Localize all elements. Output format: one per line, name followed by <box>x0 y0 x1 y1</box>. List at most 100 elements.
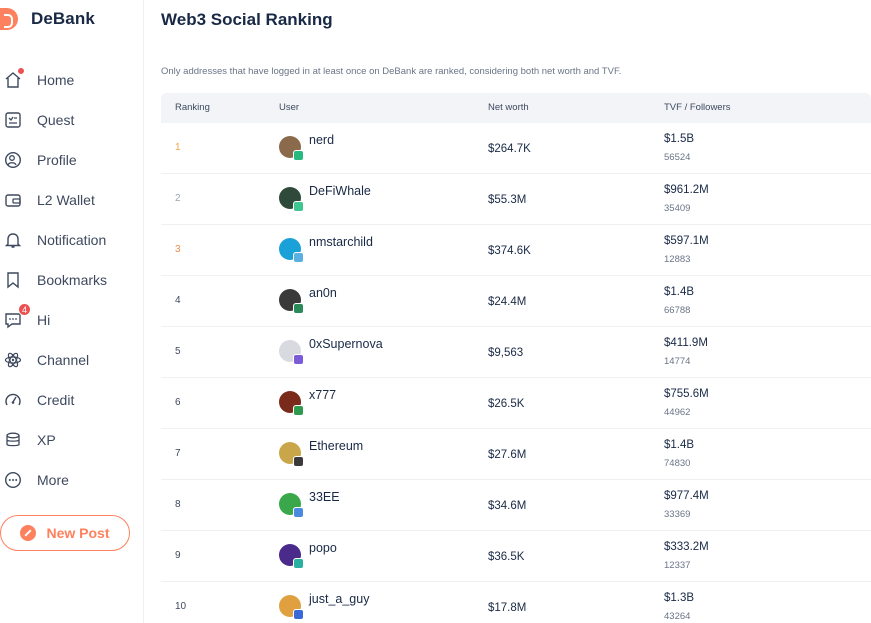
sidebar-item-profile[interactable]: Profile <box>0 140 143 180</box>
avatar-badge-icon <box>293 303 304 314</box>
followers-count: 74830 <box>664 458 691 469</box>
tvf-value: $755.6M <box>664 388 709 400</box>
table-row[interactable]: 9 popo $36.5K $333.2M 12337 <box>161 531 871 582</box>
net-worth-value: $26.5K <box>488 398 525 410</box>
page-title: Web3 Social Ranking <box>161 10 333 29</box>
tvf-value: $1.3B <box>664 592 695 604</box>
avatar-badge-icon <box>293 558 304 569</box>
net-worth-value: $55.3M <box>488 194 527 206</box>
table-row[interactable]: 5 0xSupernova $9,563 $411.9M 14774 <box>161 327 871 378</box>
avatar-badge-icon <box>293 252 304 263</box>
sidebar-nav: Home Quest Profile L2 Wallet Notificatio… <box>0 60 143 500</box>
net-worth-value: $34.6M <box>488 500 527 512</box>
sidebar-item-quest[interactable]: Quest <box>0 100 143 140</box>
user-name-link[interactable]: Ethereum <box>309 439 363 453</box>
followers-count: 12883 <box>664 254 691 265</box>
sidebar-item-label: More <box>37 472 69 488</box>
followers-count: 56524 <box>664 152 691 163</box>
sidebar-item-label: Quest <box>37 112 75 128</box>
avatar-badge-icon <box>293 405 304 416</box>
net-worth-value: $36.5K <box>488 551 525 563</box>
table-row[interactable]: 8 33EE $34.6M $977.4M 33369 <box>161 480 871 531</box>
avatar-badge-icon <box>293 507 304 518</box>
table-row[interactable]: 3 nmstarchild $374.6K $597.1M 12883 <box>161 225 871 276</box>
column-header-net-worth[interactable]: Net worth <box>488 102 529 113</box>
sidebar-item-label: L2 Wallet <box>37 192 95 208</box>
user-name-link[interactable]: popo <box>309 541 337 555</box>
rank-number: 1 <box>175 142 181 153</box>
table-row[interactable]: 1 nerd $264.7K $1.5B 56524 <box>161 123 871 174</box>
rank-number: 4 <box>175 295 181 306</box>
user-name-link[interactable]: nerd <box>309 133 334 147</box>
table-header: Ranking User Net worth TVF / Followers <box>161 93 871 123</box>
table-row[interactable]: 7 Ethereum $27.6M $1.4B 74830 <box>161 429 871 480</box>
avatar-badge-icon <box>293 201 304 212</box>
sidebar-item-label: Home <box>37 72 75 88</box>
followers-count: 12337 <box>664 560 691 571</box>
tvf-value: $333.2M <box>664 541 709 553</box>
tvf-value: $411.9M <box>664 337 708 349</box>
gauge-icon <box>4 391 22 409</box>
sidebar-item-home[interactable]: Home <box>0 60 143 100</box>
sidebar-item-label: Notification <box>37 232 107 248</box>
user-name-link[interactable]: 33EE <box>309 490 340 504</box>
followers-count: 14774 <box>664 356 691 367</box>
tvf-value: $597.1M <box>664 235 709 247</box>
sidebar-item-notification[interactable]: Notification <box>0 220 143 260</box>
user-name-link[interactable]: 0xSupernova <box>309 337 383 351</box>
table-row[interactable]: 10 just_a_guy $17.8M $1.3B 43264 <box>161 582 871 623</box>
sidebar-item-l2-wallet[interactable]: L2 Wallet <box>0 180 143 220</box>
sidebar-item-hi[interactable]: 4 Hi <box>0 300 143 340</box>
table-row[interactable]: 2 DeFiWhale $55.3M $961.2M 35409 <box>161 174 871 225</box>
rank-number: 9 <box>175 550 181 561</box>
table-row[interactable]: 6 x777 $26.5K $755.6M 44962 <box>161 378 871 429</box>
user-name-link[interactable]: DeFiWhale <box>309 184 371 198</box>
followers-count: 43264 <box>664 611 691 622</box>
sidebar-item-credit[interactable]: Credit <box>0 380 143 420</box>
unread-count-badge: 4 <box>18 303 31 316</box>
tvf-value: $977.4M <box>664 490 709 502</box>
sidebar-item-bookmarks[interactable]: Bookmarks <box>0 260 143 300</box>
followers-count: 44962 <box>664 407 691 418</box>
sidebar-item-label: Bookmarks <box>37 272 108 288</box>
more-icon <box>4 471 22 489</box>
bell-icon <box>4 231 22 249</box>
sidebar-item-label: XP <box>37 432 56 448</box>
main-content: Web3 Social Ranking Only addresses that … <box>144 0 871 623</box>
sidebar-item-more[interactable]: More <box>0 460 143 500</box>
followers-count: 66788 <box>664 305 691 316</box>
bookmark-icon <box>4 271 22 289</box>
sidebar: DeBank Home Quest Profile L2 Wallet Noti… <box>0 0 144 623</box>
wallet-icon <box>4 191 22 209</box>
ranking-table: 1 nerd $264.7K $1.5B 56524 2 DeFiWhale $55.3M $9… <box>161 123 871 623</box>
new-post-button[interactable]: New Post <box>0 515 130 551</box>
rank-number: 3 <box>175 244 181 255</box>
coins-icon <box>4 431 22 449</box>
page-subtitle: Only addresses that have logged in at le… <box>161 66 622 77</box>
pen-icon <box>20 525 37 541</box>
followers-count: 35409 <box>664 203 691 214</box>
column-header-tvf-followers[interactable]: TVF / Followers <box>664 102 731 113</box>
sidebar-item-label: Credit <box>37 392 75 408</box>
sidebar-item-label: Channel <box>37 352 90 368</box>
user-name-link[interactable]: nmstarchild <box>309 235 373 249</box>
tvf-value: $1.4B <box>664 286 695 298</box>
sidebar-item-channel[interactable]: Channel <box>0 340 143 380</box>
user-name-link[interactable]: x777 <box>309 388 336 402</box>
rank-number: 8 <box>175 499 181 510</box>
sidebar-item-xp[interactable]: XP <box>0 420 143 460</box>
column-header-ranking: Ranking <box>175 102 210 113</box>
tvf-value: $1.5B <box>664 133 695 145</box>
rank-number: 2 <box>175 193 181 204</box>
debank-logo[interactable]: DeBank <box>0 6 95 32</box>
rank-number: 7 <box>175 448 181 459</box>
rank-number: 6 <box>175 397 181 408</box>
avatar-badge-icon <box>293 354 304 365</box>
user-name-link[interactable]: an0n <box>309 286 337 300</box>
avatar-badge-icon <box>293 609 304 620</box>
rank-number: 10 <box>175 601 187 612</box>
sidebar-item-label: Profile <box>37 152 77 168</box>
user-name-link[interactable]: just_a_guy <box>309 592 369 606</box>
avatar-badge-icon <box>293 456 304 467</box>
table-row[interactable]: 4 an0n $24.4M $1.4B 66788 <box>161 276 871 327</box>
